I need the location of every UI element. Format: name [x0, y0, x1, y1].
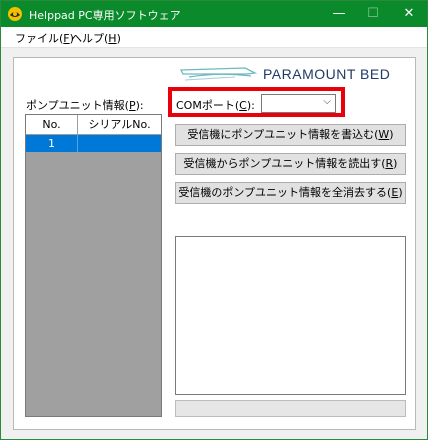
- write-button-label-end: ): [389, 128, 394, 141]
- table-row[interactable]: 1: [26, 135, 161, 152]
- com-port-label-text: COMポート(: [176, 99, 240, 112]
- column-header-no[interactable]: No.: [26, 115, 78, 135]
- read-button-accesskey: R: [385, 157, 394, 170]
- erase-button-label: 受信機のポンプユニット情報を全消去する(: [178, 186, 392, 199]
- column-header-serial[interactable]: シリアルNo.: [78, 115, 161, 135]
- menu-help-label: ヘルプ(: [71, 32, 109, 45]
- menu-help-accesskey: H: [108, 32, 117, 45]
- cell-no: 1: [26, 135, 78, 152]
- write-pump-info-button[interactable]: 受信機にポンプユニット情報を書込む(W): [175, 124, 406, 146]
- maximize-button[interactable]: ☐: [353, 1, 393, 27]
- log-textarea[interactable]: [175, 236, 406, 395]
- brand-logo-icon: [179, 67, 257, 81]
- progress-bar: [175, 400, 406, 417]
- pump-info-accesskey: P: [128, 99, 136, 112]
- write-button-label: 受信機にポンプユニット情報を書込む(: [187, 128, 379, 141]
- read-pump-info-button[interactable]: 受信機からポンプユニット情報を読出す(R): [175, 153, 406, 175]
- erase-button-label-end: ): [398, 186, 403, 199]
- title-bar[interactable]: Helppad PC専用ソフトウェア — ☐ ✕: [1, 1, 427, 27]
- application-window: Helppad PC専用ソフトウェア — ☐ ✕ ファイル(F) ヘルプ(H) …: [0, 0, 428, 440]
- pump-info-label-text: ポンプユニット情報(: [26, 99, 129, 112]
- menu-bar: ファイル(F) ヘルプ(H): [1, 27, 427, 48]
- app-icon: [8, 7, 22, 21]
- com-port-label: COMポート(C):: [176, 97, 255, 113]
- read-button-label: 受信機からポンプユニット情報を読出す(: [183, 157, 386, 170]
- pump-info-label-end: ):: [135, 99, 144, 112]
- window-title: Helppad PC専用ソフトウェア: [29, 9, 181, 22]
- cell-serial: [78, 135, 161, 152]
- pump-info-label: ポンプユニット情報(P):: [26, 97, 144, 113]
- read-button-label-end: ): [393, 157, 398, 170]
- com-port-select[interactable]: ⌵: [261, 94, 336, 113]
- com-port-accesskey: C: [239, 99, 247, 112]
- close-button[interactable]: ✕: [389, 1, 428, 27]
- menu-file[interactable]: ファイル(F): [15, 30, 74, 46]
- write-button-accesskey: W: [378, 128, 390, 141]
- menu-help[interactable]: ヘルプ(H): [71, 30, 121, 46]
- erase-pump-info-button[interactable]: 受信機のポンプユニット情報を全消去する(E): [175, 182, 406, 204]
- brand-logo-text: PARAMOUNT BED: [263, 66, 391, 82]
- com-port-label-end: ):: [246, 99, 255, 112]
- menu-help-label-end: ): [116, 32, 121, 45]
- menu-file-label: ファイル(: [15, 32, 64, 45]
- pump-unit-table[interactable]: No. シリアルNo. 1: [25, 114, 162, 417]
- chevron-down-icon[interactable]: ⌵: [323, 96, 331, 107]
